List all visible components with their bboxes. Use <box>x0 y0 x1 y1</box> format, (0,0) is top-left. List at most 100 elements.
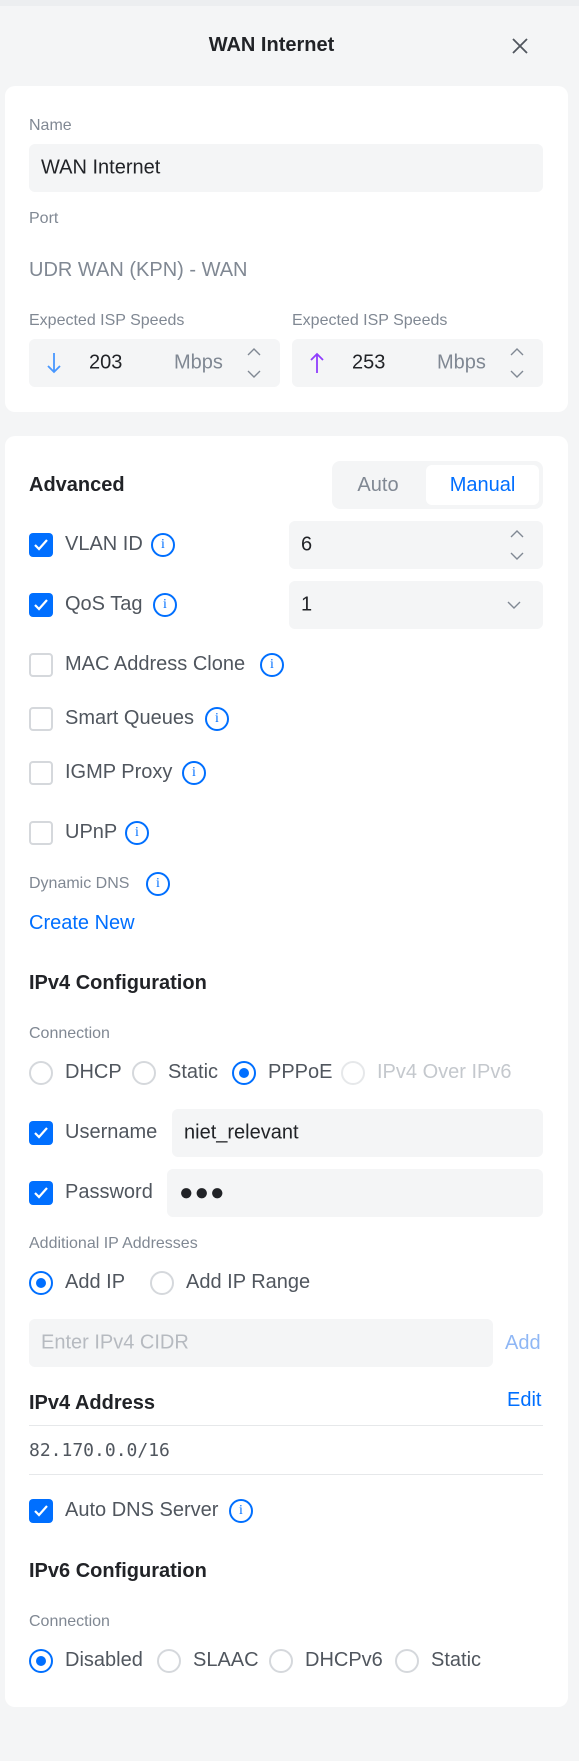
mode-auto-button[interactable]: Auto <box>332 461 424 509</box>
vlan-checkbox[interactable] <box>29 533 53 557</box>
download-speed-label: Expected ISP Speeds <box>29 312 185 329</box>
ddns-info-icon[interactable]: i <box>146 872 170 896</box>
ipv4-dhcp-label: DHCP <box>65 1061 122 1083</box>
add-ip-range-radio[interactable] <box>150 1271 174 1295</box>
qos-info-icon[interactable]: i <box>153 593 177 617</box>
ipv4-dhcp-radio[interactable] <box>29 1061 53 1085</box>
upload-stepper-icon[interactable] <box>507 343 527 383</box>
mac-clone-info-icon[interactable]: i <box>260 653 284 677</box>
ipv6-static-label: Static <box>431 1649 482 1671</box>
ipv6-slaac-label: SLAAC <box>193 1649 259 1671</box>
username-value: niet_relevant <box>184 1121 299 1144</box>
smart-queues-checkbox[interactable] <box>29 707 53 731</box>
ipv6-title: IPv6 Configuration <box>29 1560 207 1582</box>
upnp-info-icon[interactable]: i <box>125 821 149 845</box>
close-icon[interactable] <box>508 34 532 58</box>
vlan-input[interactable]: 6 <box>289 521 543 569</box>
create-new-ddns-link[interactable]: Create New <box>29 912 135 935</box>
ipv4-address-edit-link[interactable]: Edit <box>507 1389 541 1412</box>
username-input[interactable]: niet_relevant <box>172 1109 543 1157</box>
upload-speed-value: 253 <box>352 351 386 374</box>
password-label: Password <box>65 1181 153 1203</box>
igmp-proxy-label: IGMP Proxy <box>65 761 173 783</box>
download-speed-unit: Mbps <box>174 351 223 374</box>
ipv6-slaac-radio[interactable] <box>157 1649 181 1673</box>
password-value: ●●● <box>179 1179 226 1206</box>
password-checkbox[interactable] <box>29 1181 53 1205</box>
ipv4-static-radio[interactable] <box>132 1061 156 1085</box>
smart-queues-label: Smart Queues <box>65 707 194 729</box>
upnp-checkbox[interactable] <box>29 821 53 845</box>
add-ip-range-label: Add IP Range <box>186 1271 311 1293</box>
qos-value: 1 <box>301 593 313 616</box>
ipv4-pppoe-label: PPPoE <box>268 1061 333 1083</box>
username-label: Username <box>65 1121 158 1143</box>
ipv6-disabled-radio[interactable] <box>29 1649 53 1673</box>
ipv4-connection-label: Connection <box>29 1025 110 1042</box>
ipv4-address-title: IPv4 Address <box>29 1392 155 1414</box>
check-icon <box>34 1127 48 1139</box>
ipv4-over-ipv6-label: IPv4 Over IPv6 <box>377 1061 512 1083</box>
auto-dns-info-icon[interactable]: i <box>229 1499 253 1523</box>
smart-queues-info-icon[interactable]: i <box>205 707 229 731</box>
ipv4-address-value: 82.170.0.0/16 <box>29 1440 170 1461</box>
mac-clone-checkbox[interactable] <box>29 653 53 677</box>
vlan-value: 6 <box>301 533 313 556</box>
igmp-proxy-checkbox[interactable] <box>29 761 53 785</box>
cidr-input[interactable]: Enter IPv4 CIDR <box>29 1319 493 1367</box>
name-value: WAN Internet <box>41 156 161 179</box>
auto-dns-checkbox[interactable] <box>29 1499 53 1523</box>
download-stepper-icon[interactable] <box>244 343 264 383</box>
ipv4-address-divider-bottom <box>29 1474 543 1475</box>
chevron-down-icon <box>504 595 524 620</box>
check-icon <box>34 599 48 611</box>
username-checkbox[interactable] <box>29 1121 53 1145</box>
igmp-proxy-info-icon[interactable]: i <box>182 761 206 785</box>
download-speed-input[interactable]: 203 Mbps <box>29 339 280 387</box>
check-icon <box>34 1505 48 1517</box>
mode-manual-button[interactable]: Manual <box>426 465 539 505</box>
qos-select[interactable]: 1 <box>289 581 543 629</box>
ipv4-pppoe-radio[interactable] <box>232 1061 256 1085</box>
vlan-info-icon[interactable]: i <box>151 533 175 557</box>
upload-speed-label: Expected ISP Speeds <box>292 312 448 329</box>
ipv6-dhcpv6-radio[interactable] <box>269 1649 293 1673</box>
add-ip-radio[interactable] <box>29 1271 53 1295</box>
password-input[interactable]: ●●● <box>167 1169 543 1217</box>
ipv6-connection-label: Connection <box>29 1613 110 1630</box>
ddns-label: Dynamic DNS <box>29 875 130 892</box>
name-label: Name <box>29 117 72 134</box>
ipv6-disabled-label: Disabled <box>65 1649 143 1671</box>
download-speed-value: 203 <box>89 351 123 374</box>
ipv6-dhcpv6-label: DHCPv6 <box>305 1649 383 1671</box>
upload-speed-unit: Mbps <box>437 351 486 374</box>
qos-checkbox[interactable] <box>29 593 53 617</box>
port-label: Port <box>29 210 59 227</box>
panel-title: WAN Internet <box>208 34 335 56</box>
cidr-placeholder: Enter IPv4 CIDR <box>41 1331 189 1354</box>
check-icon <box>34 539 48 551</box>
ipv4-over-ipv6-radio <box>341 1061 365 1085</box>
ipv4-title: IPv4 Configuration <box>29 972 207 994</box>
advanced-title: Advanced <box>29 474 125 496</box>
additional-ip-label: Additional IP Addresses <box>29 1235 198 1252</box>
mac-clone-label: MAC Address Clone <box>65 653 246 675</box>
vlan-label: VLAN ID <box>65 533 143 555</box>
upnp-label: UPnP <box>65 821 118 843</box>
vlan-stepper-icon[interactable] <box>507 525 527 565</box>
auto-dns-label: Auto DNS Server <box>65 1499 219 1521</box>
up-arrow-icon <box>309 352 325 379</box>
port-value: UDR WAN (KPN) - WAN <box>29 259 248 281</box>
ipv4-address-divider-top <box>29 1425 543 1426</box>
add-ip-label: Add IP <box>65 1271 126 1293</box>
down-arrow-icon <box>46 352 62 379</box>
top-strip <box>0 0 579 6</box>
ipv4-static-label: Static <box>168 1061 219 1083</box>
qos-label: QoS Tag <box>65 593 143 615</box>
name-input[interactable]: WAN Internet <box>29 144 543 192</box>
upload-speed-input[interactable]: 253 Mbps <box>292 339 543 387</box>
mode-toggle: Auto Manual <box>332 461 543 509</box>
add-cidr-button[interactable]: Add <box>505 1332 541 1355</box>
ipv6-static-radio[interactable] <box>395 1649 419 1673</box>
check-icon <box>34 1187 48 1199</box>
